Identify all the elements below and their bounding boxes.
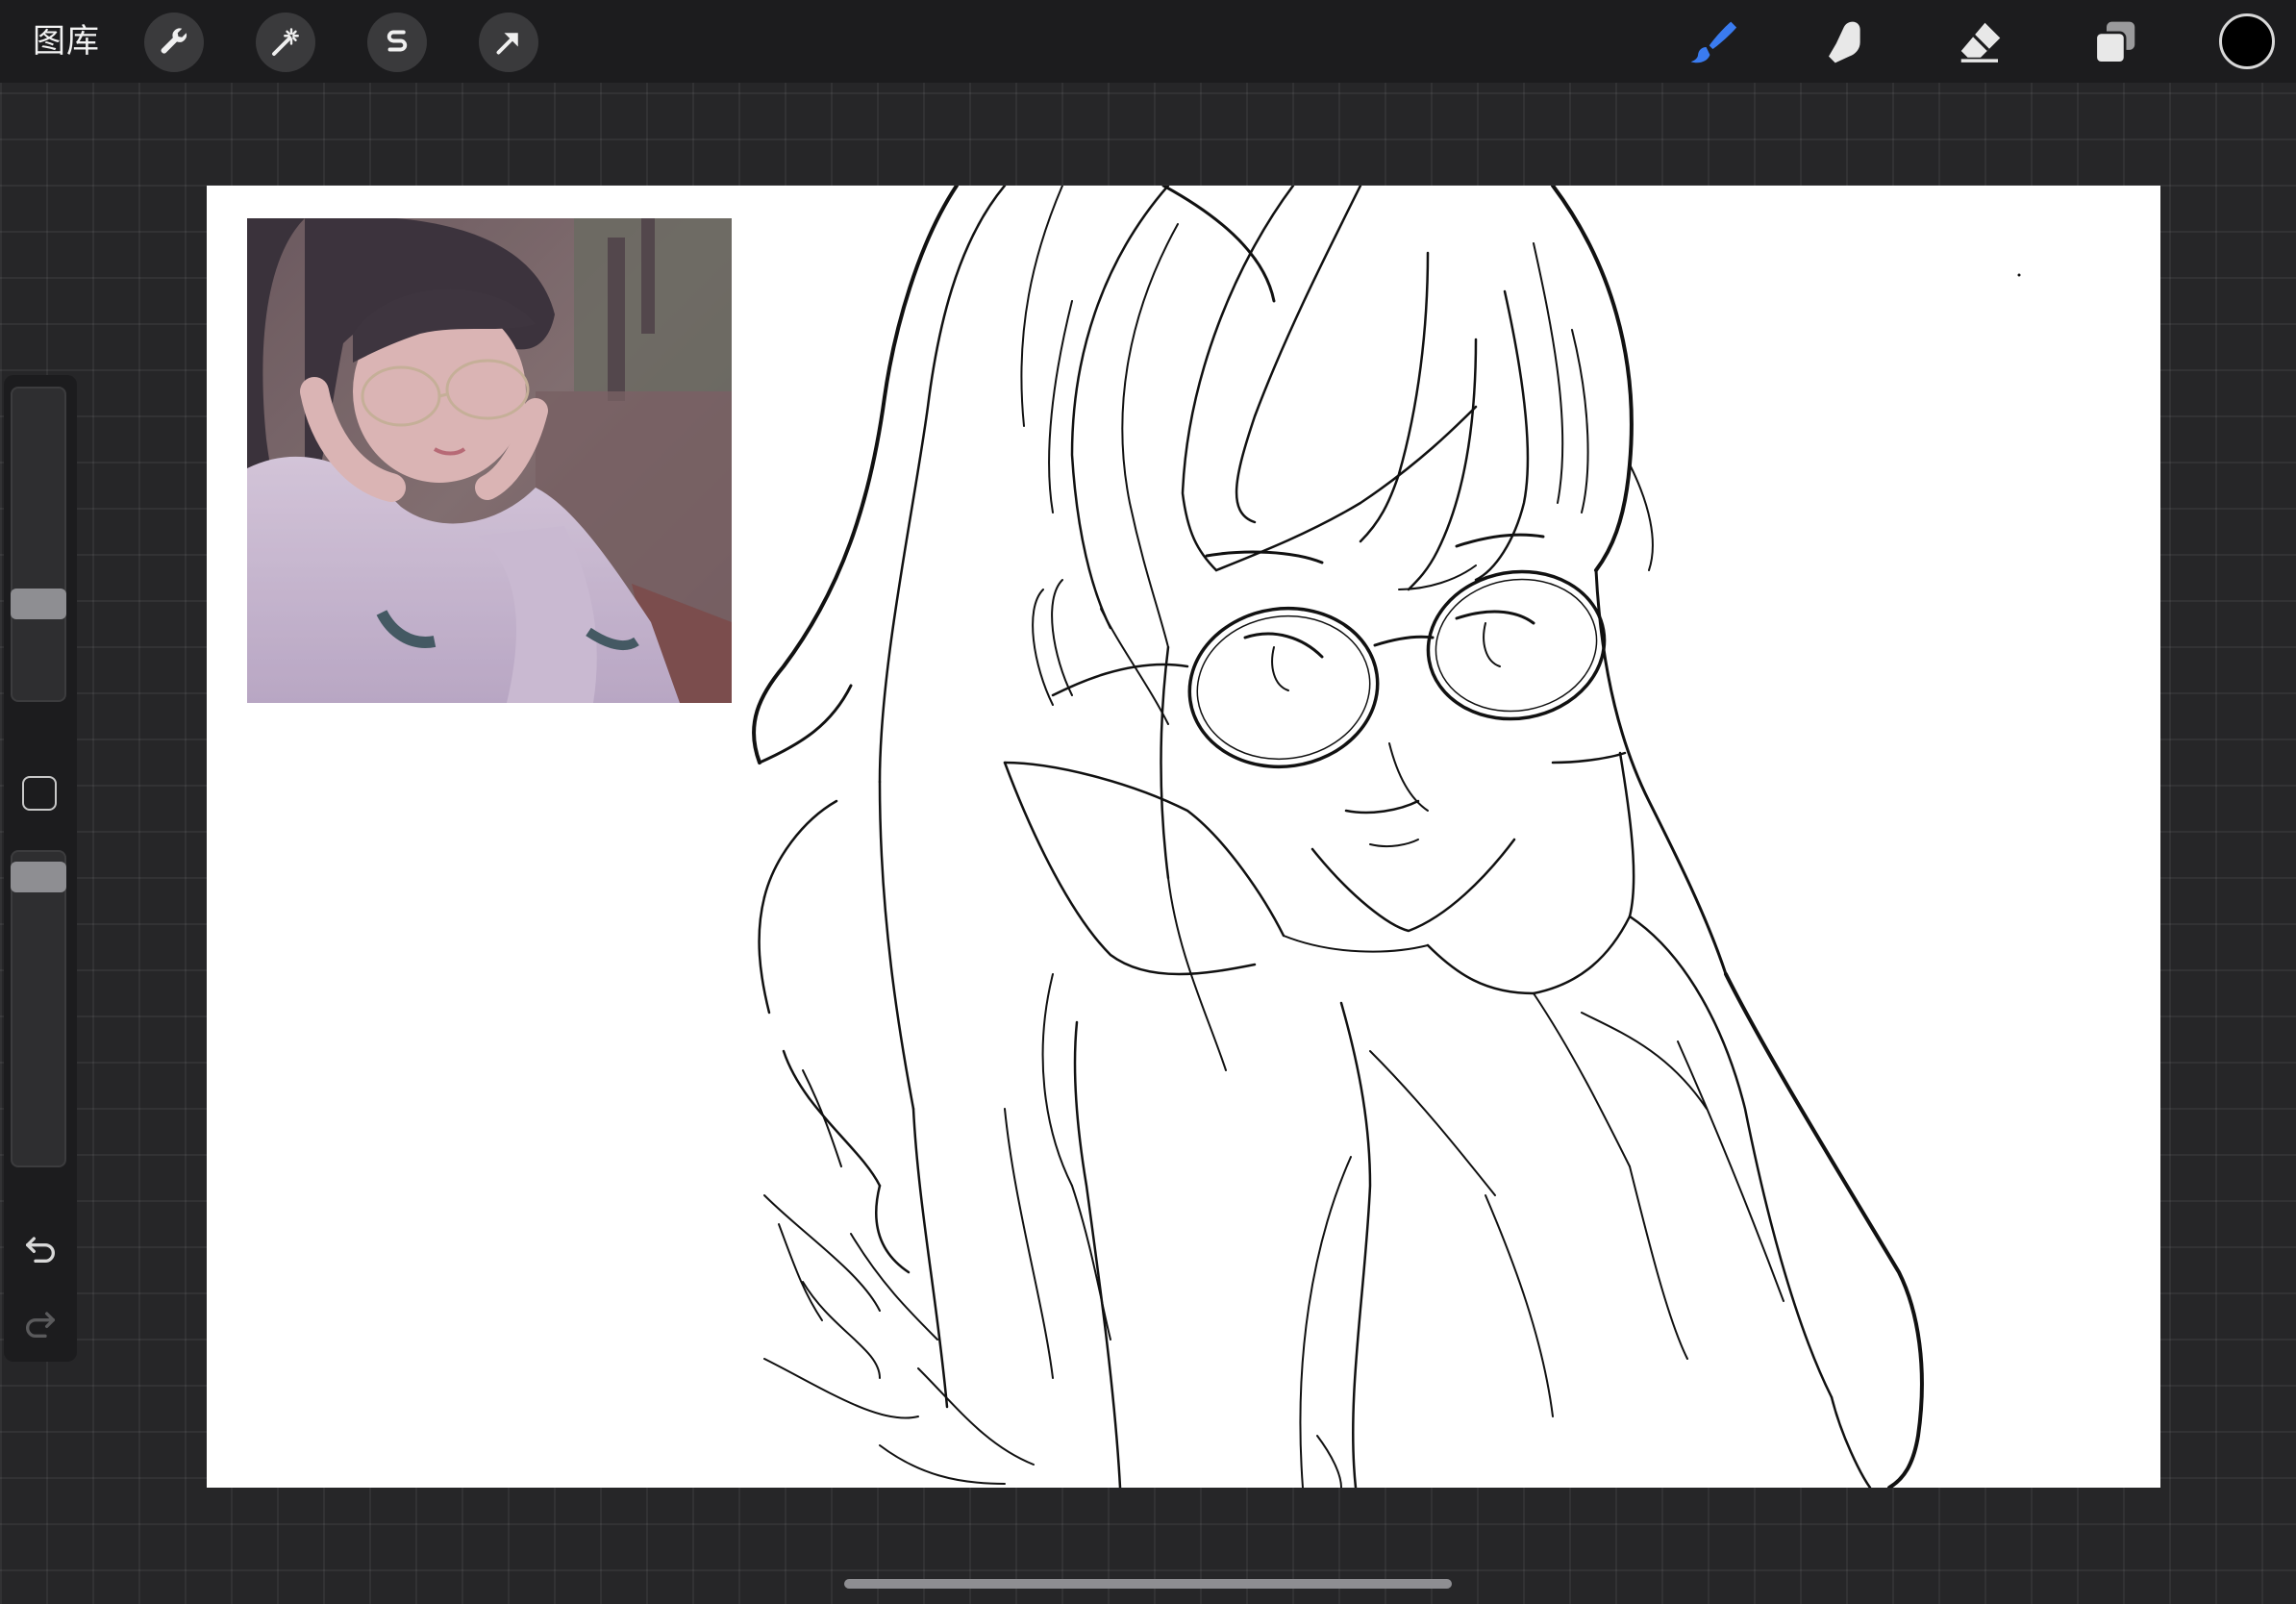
modify-button[interactable]	[22, 776, 57, 811]
layers-icon	[2094, 21, 2135, 64]
wrench-icon	[161, 28, 187, 54]
top-toolbar: 图库	[0, 0, 2296, 83]
brush-tool-button[interactable]	[1683, 13, 1740, 71]
paintbrush-icon	[1690, 21, 1737, 63]
home-indicator[interactable]	[844, 1579, 1452, 1589]
gallery-button[interactable]: 图库	[33, 19, 100, 63]
smudge-finger-icon	[1829, 21, 1860, 63]
drawing-canvas[interactable]	[207, 186, 2160, 1488]
selection-button[interactable]	[367, 13, 427, 72]
eraser-icon	[1960, 22, 2001, 63]
color-picker-swatch[interactable]	[2219, 13, 2275, 69]
magic-wand-icon	[272, 28, 299, 56]
redo-arrow-icon[interactable]	[21, 1304, 60, 1342]
undo-arrow-icon[interactable]	[21, 1229, 60, 1267]
adjustments-button[interactable]	[256, 13, 315, 72]
reference-photo[interactable]	[247, 218, 732, 703]
arrow-cursor-icon	[496, 33, 518, 55]
actions-button[interactable]	[144, 13, 204, 72]
brush-size-slider[interactable]	[11, 387, 66, 702]
opacity-thumb[interactable]	[11, 861, 66, 892]
reference-photo-image	[247, 218, 732, 703]
brush-size-thumb[interactable]	[11, 589, 66, 620]
eraser-tool-button[interactable]	[1952, 13, 2009, 71]
opacity-slider[interactable]	[11, 850, 66, 1167]
left-sidebar	[4, 375, 77, 1362]
selection-s-icon	[387, 30, 408, 52]
transform-button[interactable]	[479, 13, 538, 72]
layers-button[interactable]	[2086, 13, 2144, 71]
smudge-tool-button[interactable]	[1817, 13, 1875, 71]
